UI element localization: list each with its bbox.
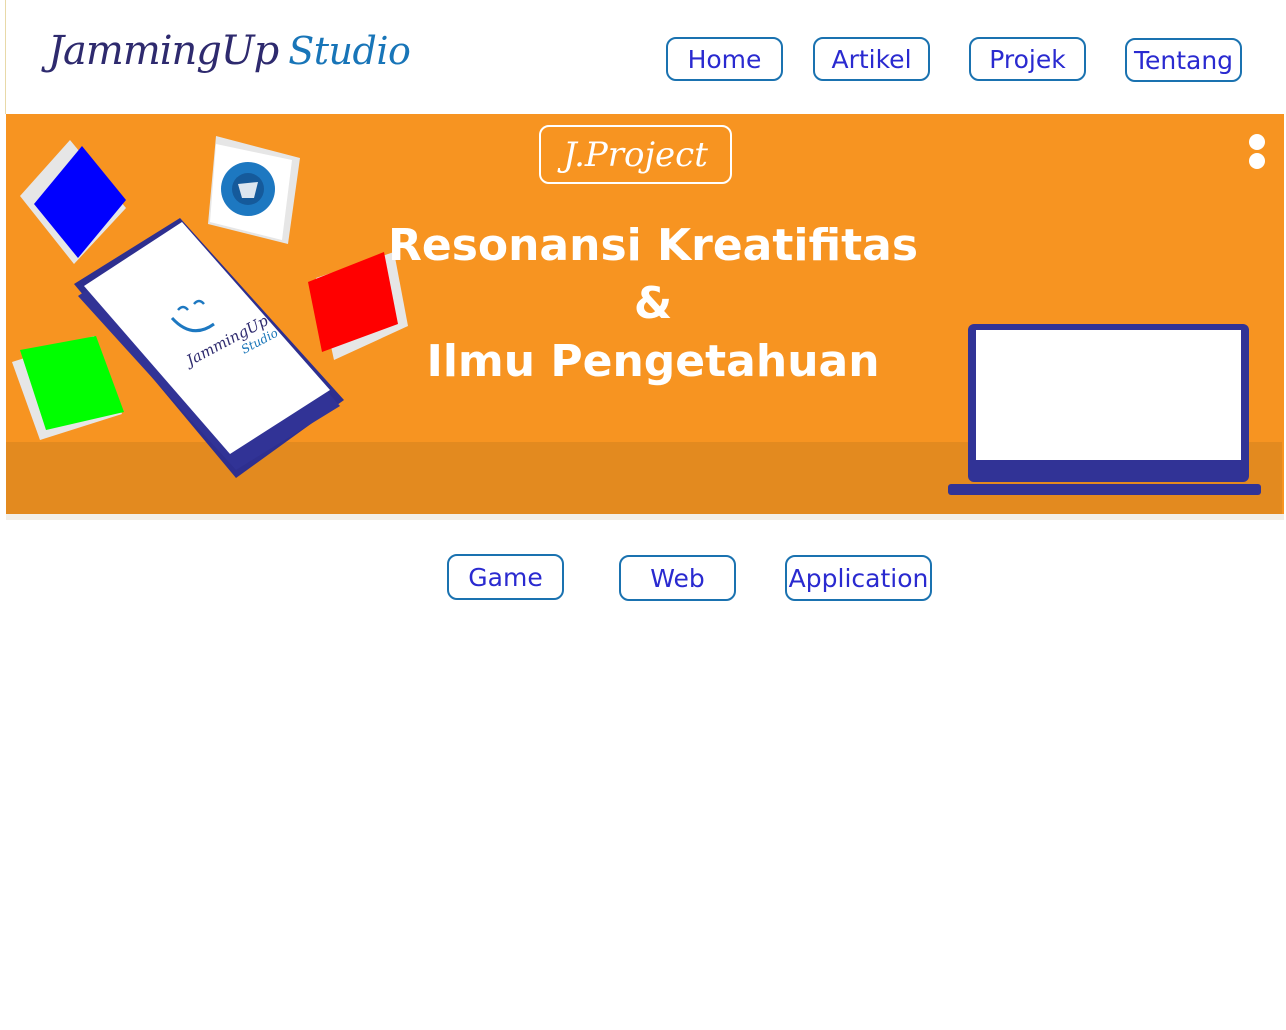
project-badge: J.Project — [539, 125, 732, 184]
kebab-menu-icon[interactable] — [1249, 134, 1267, 172]
banner-shadow — [6, 514, 1284, 520]
logo-main-text: JammingUp — [48, 28, 279, 74]
site-logo[interactable]: JammingUp Studio — [48, 28, 411, 88]
hero-headline-ampersand: & — [633, 278, 673, 329]
nav-home-button[interactable]: Home — [666, 37, 783, 81]
kebab-dot — [1249, 153, 1265, 169]
category-game-button[interactable]: Game — [447, 554, 564, 600]
blue-tile — [20, 140, 126, 264]
app-icon-tile — [208, 136, 300, 244]
logo-sub-text: Studio — [288, 29, 411, 73]
nav-artikel-button[interactable]: Artikel — [813, 37, 930, 81]
nav-projek-button[interactable]: Projek — [969, 37, 1086, 81]
page-left-border — [5, 0, 6, 114]
category-web-button[interactable]: Web — [619, 555, 736, 601]
phone-illustration: JammingUp Studio — [74, 218, 344, 478]
laptop-illustration — [948, 324, 1261, 495]
category-application-button[interactable]: Application — [785, 555, 932, 601]
green-tile — [12, 336, 124, 440]
nav-tentang-button[interactable]: Tentang — [1125, 38, 1242, 82]
hero-headline-line-2: Ilmu Pengetahuan — [426, 336, 880, 387]
hero-headline-line-1: Resonansi Kreatifitas — [387, 220, 919, 271]
kebab-dot — [1249, 134, 1265, 150]
hero-banner: JammingUp Studio J.Project Resonansi Kre… — [6, 114, 1284, 514]
